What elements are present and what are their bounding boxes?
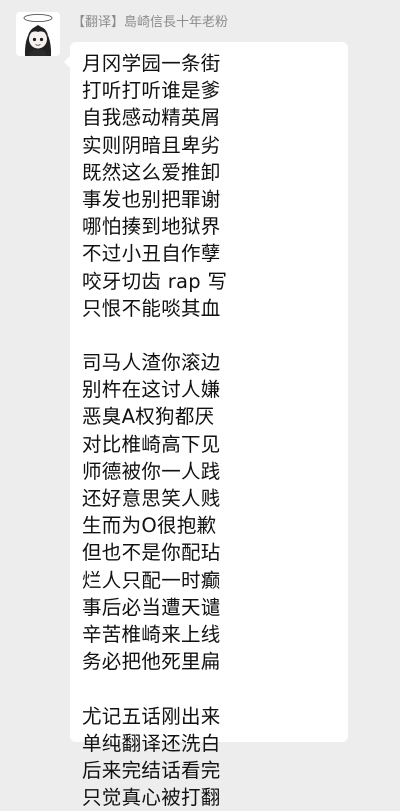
stanza-gap — [82, 675, 348, 702]
message-line: 恶臭A权狗都厌 — [82, 405, 215, 429]
message-line: 别杵在这讨人嫌 — [82, 378, 221, 402]
message-line: 哪怕揍到地狱界 — [82, 215, 221, 239]
message-line: 咬牙切齿 rap 写 — [82, 269, 228, 293]
message-line: 只恨不能啖其血 — [82, 296, 221, 320]
message-line: 事后必当遭天谴 — [82, 595, 221, 619]
message-text: 月冈学园一条街 打听打听谁是爹 自我感动精英屑 实则阴暗且卑劣 既然这么爱推卸 … — [82, 50, 348, 811]
message-line: 生而为O很抱歉 — [82, 514, 217, 538]
message-line: 既然这么爱推卸 — [82, 160, 221, 184]
message-line: 月冈学园一条街 — [82, 52, 221, 75]
message-bubble[interactable]: 月冈学园一条街 打听打听谁是爹 自我感动精英屑 实则阴暗且卑劣 既然这么爱推卸 … — [64, 42, 348, 809]
message-line: 还好意思笑人贱 — [82, 487, 221, 510]
avatar-image — [16, 12, 60, 56]
sender-name: 【翻译】島崎信長十年老粉 — [72, 15, 229, 30]
message-line: 烂人只配一时癫 — [82, 568, 221, 592]
stanza-gap — [82, 322, 348, 349]
message-line: 务必把他死里扁 — [82, 650, 221, 674]
message-line: 但也不是你配玷 — [82, 541, 221, 565]
message-line: 后来完结话看完 — [82, 758, 221, 782]
message-line: 事发也别把罪谢 — [82, 187, 221, 211]
message-line: 对比椎崎高下见 — [82, 432, 221, 456]
message-line: 自我感动精英屑 — [82, 106, 221, 130]
message-line: 只觉真心被打翻 — [82, 786, 221, 810]
message-line: 实则阴暗且卑劣 — [82, 133, 221, 157]
message-line: 尤记五话刚出来 — [82, 704, 221, 728]
message-line: 单纯翻译还洗白 — [82, 731, 221, 755]
message-line: 不过小丑自作孽 — [82, 242, 221, 266]
message-line: 司马人渣你滚边 — [82, 351, 221, 375]
message-line: 辛苦椎崎来上线 — [82, 622, 221, 646]
message-line: 师德被你一人践 — [82, 459, 221, 483]
message-line: 打听打听谁是爹 — [82, 79, 221, 103]
avatar[interactable] — [16, 12, 60, 56]
